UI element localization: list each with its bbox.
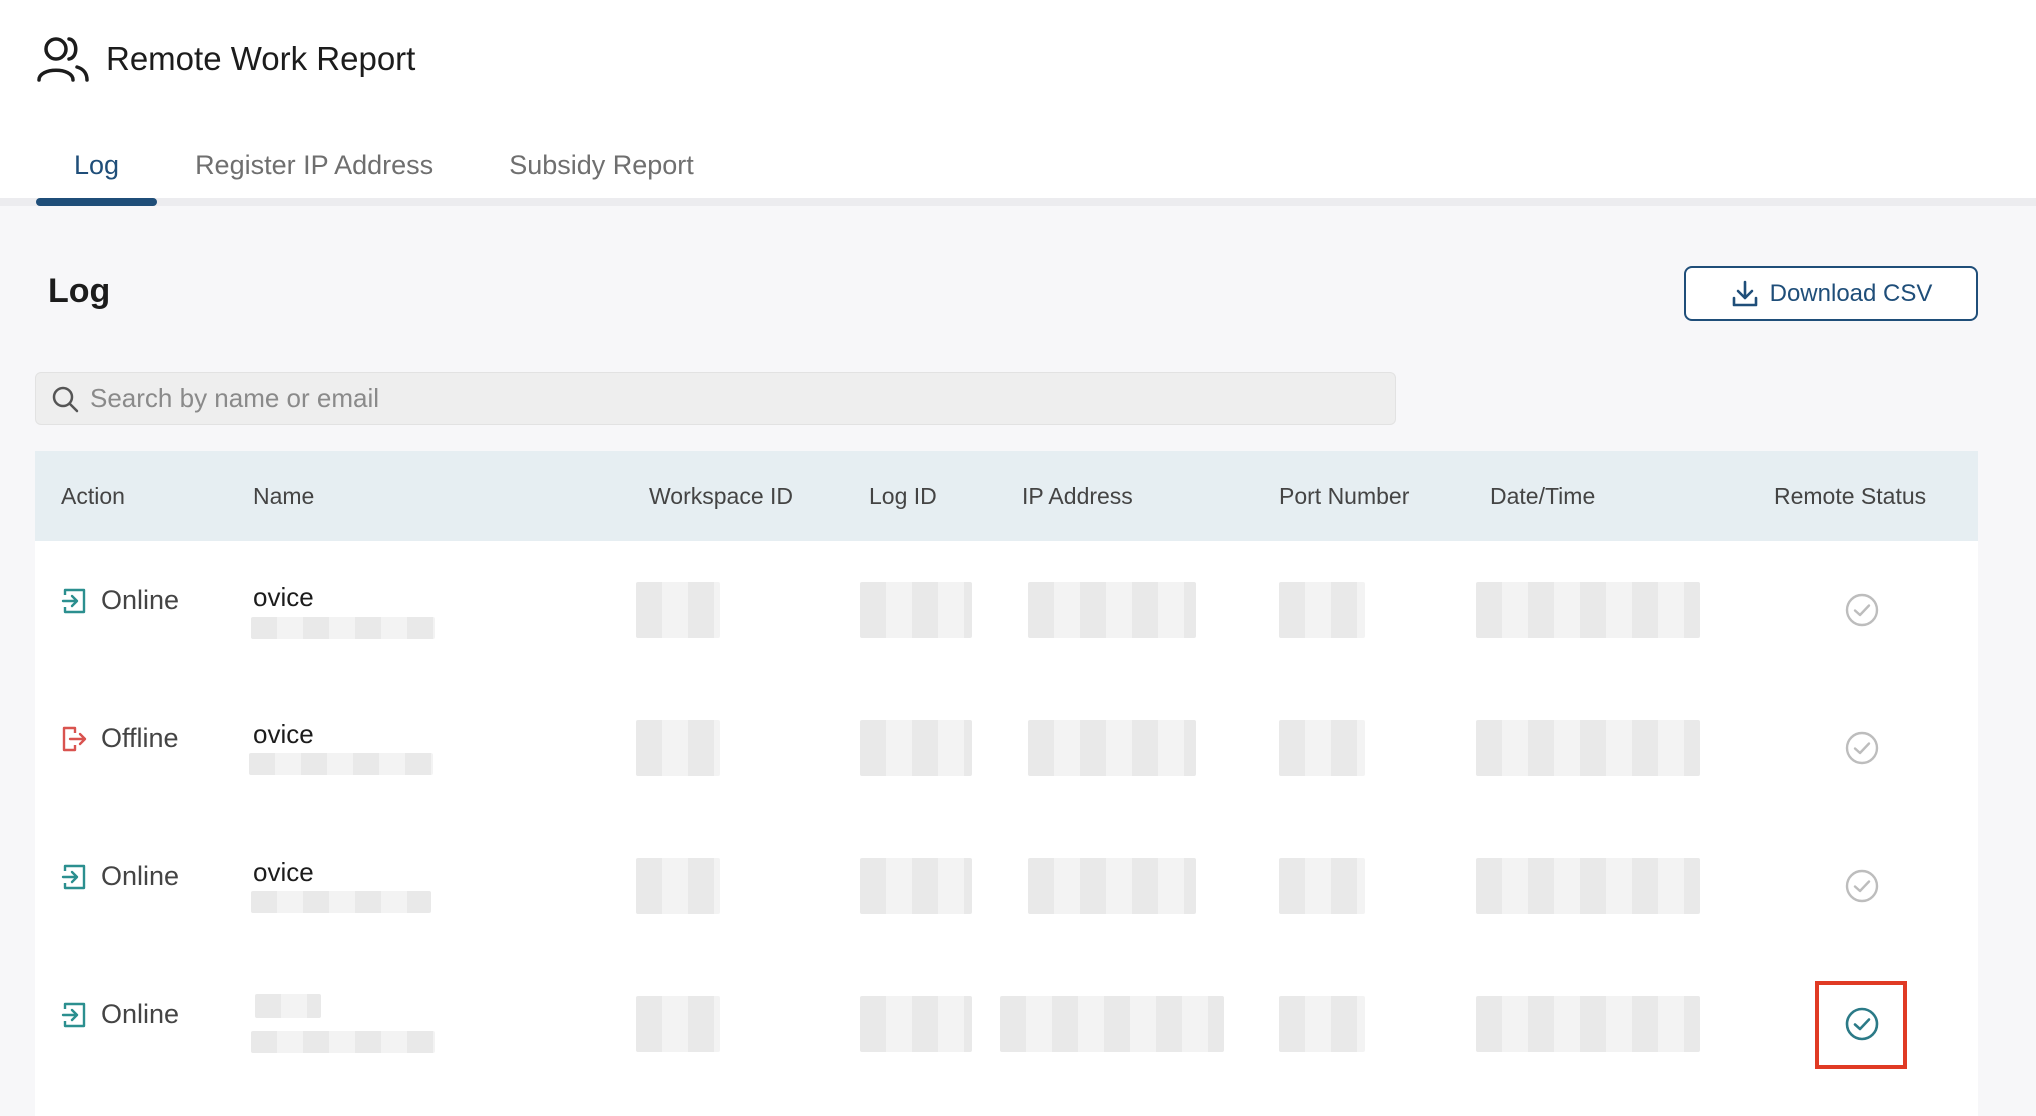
redacted-email — [251, 617, 435, 639]
table-header: Action Name Workspace ID Log ID IP Addre… — [35, 451, 1978, 541]
action-cell: Offline — [61, 723, 179, 754]
check-circle-icon[interactable] — [1845, 731, 1879, 765]
redacted-log-id — [860, 996, 972, 1052]
tab-log[interactable]: Log — [36, 130, 158, 206]
action-cell: Online — [61, 861, 179, 892]
redacted-log-id — [860, 582, 972, 638]
user-name: ovice — [253, 582, 314, 612]
redacted-port-number — [1279, 582, 1365, 638]
redacted-date-time — [1476, 858, 1700, 914]
redacted-log-id — [860, 858, 972, 914]
highlight-box — [1815, 981, 1907, 1069]
redacted-ip-address — [1028, 858, 1196, 914]
redacted-port-number — [1279, 996, 1365, 1052]
user-name: ovice — [253, 719, 314, 749]
download-csv-button[interactable]: Download CSV — [1684, 266, 1978, 321]
column-header-action: Action — [61, 483, 125, 509]
action-cell: Online — [61, 585, 179, 616]
search-input[interactable] — [90, 383, 1395, 414]
app-title: Remote Work Report — [36, 34, 415, 84]
tab-bar: Log Register IP Address Subsidy Report — [36, 130, 732, 206]
column-header-name: Name — [253, 483, 315, 509]
action-label: Offline — [101, 723, 179, 753]
redacted-workspace-id — [636, 582, 720, 638]
redacted-email — [251, 891, 431, 913]
redacted-date-time — [1476, 720, 1700, 776]
redacted-port-number — [1279, 858, 1365, 914]
redacted-date-time — [1476, 582, 1700, 638]
tab-register-ip-address[interactable]: Register IP Address — [157, 130, 471, 198]
redacted-email — [249, 753, 433, 775]
redacted-name — [255, 994, 321, 1018]
redacted-log-id — [860, 720, 972, 776]
column-header-log-id: Log ID — [869, 483, 937, 509]
redacted-port-number — [1279, 720, 1365, 776]
table-row: Online — [35, 955, 1978, 1093]
redacted-ip-address — [1028, 720, 1196, 776]
column-header-date-time: Date/Time — [1490, 483, 1596, 509]
column-header-ip-address: IP Address — [1022, 483, 1133, 509]
action-cell: Online — [61, 999, 179, 1030]
column-header-port-number: Port Number — [1279, 483, 1410, 509]
column-header-remote-status: Remote Status — [1774, 483, 1927, 509]
app-title-text: Remote Work Report — [106, 40, 416, 77]
log-table: Action Name Workspace ID Log ID IP Addre… — [35, 451, 1978, 1116]
redacted-ip-address — [1028, 582, 1196, 638]
action-label: Online — [101, 861, 180, 891]
users-icon — [37, 37, 89, 82]
login-icon — [61, 864, 86, 889]
download-icon — [1732, 280, 1757, 306]
action-label: Online — [101, 585, 180, 615]
redacted-workspace-id — [636, 996, 720, 1052]
redacted-ip-address — [1000, 996, 1224, 1052]
table-row: Online ovice — [35, 817, 1978, 955]
login-icon — [61, 588, 86, 613]
action-label: Online — [101, 999, 180, 1029]
search-icon — [52, 386, 79, 412]
check-circle-icon[interactable] — [1845, 593, 1879, 627]
section-title: Log — [48, 272, 111, 310]
column-header-workspace-id: Workspace ID — [649, 483, 794, 509]
user-name: ovice — [253, 857, 314, 887]
tab-subsidy-report[interactable]: Subsidy Report — [471, 130, 732, 198]
download-csv-label: Download CSV — [1769, 279, 1933, 307]
page-header: Remote Work Report Log Register IP Addre… — [0, 0, 2036, 206]
table-row: Offline ovice — [35, 679, 1978, 817]
check-circle-icon[interactable] — [1845, 869, 1879, 903]
table-row: Online ovice — [35, 541, 1978, 679]
redacted-workspace-id — [636, 720, 720, 776]
redacted-email — [251, 1031, 435, 1053]
redacted-workspace-id — [636, 858, 720, 914]
logout-icon — [62, 726, 87, 751]
redacted-date-time — [1476, 996, 1700, 1052]
search-bar — [35, 372, 1396, 425]
login-icon — [61, 1002, 86, 1027]
